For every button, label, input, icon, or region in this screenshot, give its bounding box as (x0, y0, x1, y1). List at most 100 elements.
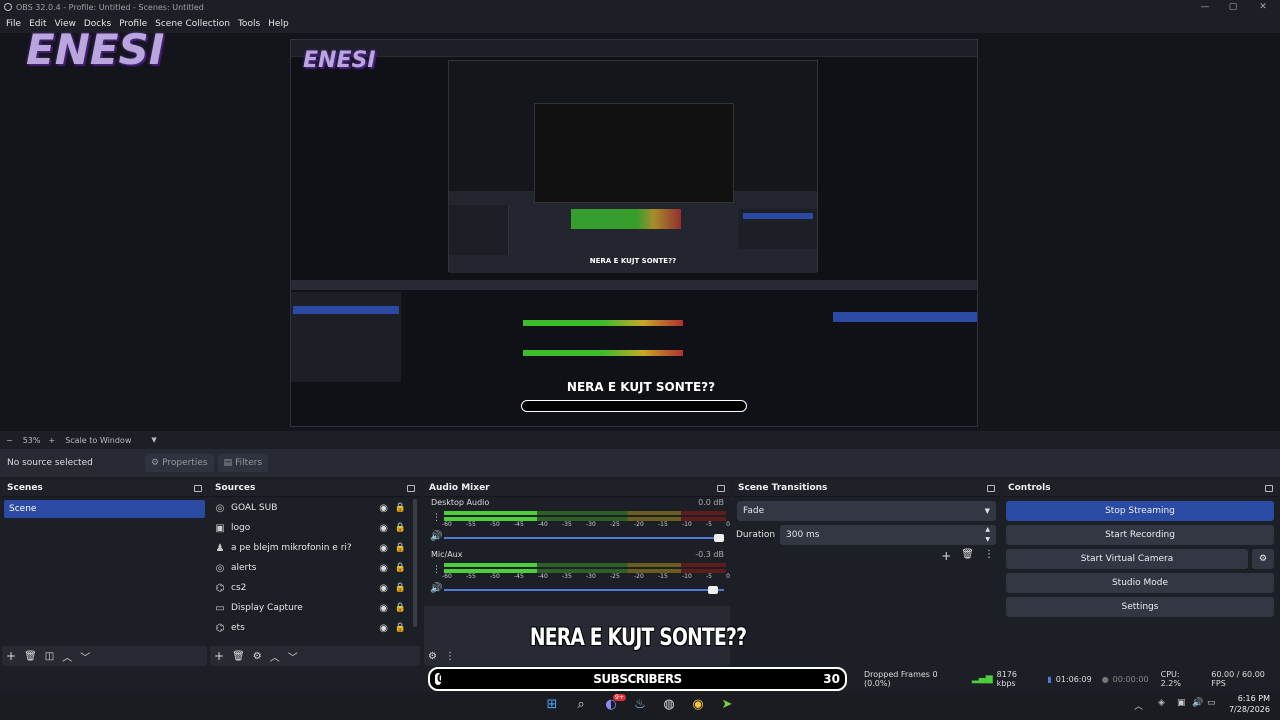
clock-date[interactable]: 7/28/2026 (1226, 705, 1270, 714)
network-icon[interactable]: ▣ (1177, 698, 1186, 708)
sources-scrollbar[interactable] (413, 499, 417, 627)
source-row[interactable]: ♟ a pe blejm mikrofonin e ri? ◉ 🔒 (210, 538, 420, 558)
popout-icon[interactable] (717, 484, 725, 492)
lock-icon[interactable]: 🔒 (395, 583, 406, 593)
source-row[interactable]: ⌬ cs2 ◉ 🔒 (210, 578, 420, 598)
eye-icon[interactable]: ◉ (379, 543, 388, 554)
source-row[interactable]: ▭ Display Capture ◉ 🔒 (210, 598, 420, 618)
tray-chevron-up-icon[interactable]: ︿ (1134, 699, 1143, 712)
game-capture-icon: ⌬ (215, 622, 225, 634)
stepper-icon[interactable]: ▲ ▼ (985, 525, 990, 545)
minimize-button[interactable]: — (1190, 0, 1220, 14)
volume-knob[interactable] (708, 586, 719, 594)
meter-tick-label: -55 (466, 573, 476, 580)
meter-tick-label: -30 (586, 573, 596, 580)
meter-tick-label: -30 (586, 521, 596, 528)
mixer-settings-icon[interactable]: ⚙ (428, 651, 437, 662)
clock-time[interactable]: 6:16 PM (1232, 694, 1270, 703)
start-virtual-camera-button[interactable]: Start Virtual Camera (1006, 549, 1248, 569)
popout-icon[interactable] (194, 484, 202, 492)
lock-icon[interactable]: 🔒 (395, 523, 406, 533)
menu-tools[interactable]: Tools (234, 19, 264, 29)
chrome-icon[interactable]: ◉ (690, 697, 706, 713)
menu-file[interactable]: File (2, 19, 25, 29)
meter-tick-label: -20 (634, 573, 644, 580)
source-row[interactable]: ◎ alerts ◉ 🔒 (210, 558, 420, 578)
speaker-icon[interactable]: 🔊 (430, 583, 442, 594)
chevron-down-icon[interactable]: ▼ (151, 436, 156, 444)
popout-icon[interactable] (1265, 484, 1273, 492)
filters-button[interactable]: ▤ Filters (217, 454, 269, 472)
volume-slider[interactable] (444, 586, 724, 594)
transition-type: Fade (743, 506, 765, 516)
meter-ticks: -60 -55 -50 -45 -40 -35 -30 -25 -20 -15 -10 -5 0 (442, 521, 730, 531)
obs-app-icon (4, 3, 12, 11)
zoom-in-button[interactable]: + (48, 436, 55, 445)
virtual-camera-settings-button[interactable]: ⚙ (1252, 549, 1274, 569)
add-icon[interactable]: + (941, 549, 951, 563)
windows-start-icon[interactable]: ⊞ (544, 697, 560, 713)
menu-dots-icon[interactable]: ⋮ (432, 513, 441, 523)
studio-mode-button[interactable]: Studio Mode (1006, 573, 1274, 593)
settings-button[interactable]: Settings (1006, 597, 1274, 617)
trash-icon[interactable]: 🗑 (232, 651, 245, 662)
volume-slider[interactable] (444, 534, 724, 542)
tray-app-icon[interactable]: ◈ (1158, 698, 1165, 708)
speaker-icon[interactable]: 🔊 (430, 531, 442, 542)
meter-tick-label: -55 (466, 521, 476, 528)
filter-icon[interactable]: ◫ (45, 651, 54, 662)
close-button[interactable]: ✕ (1248, 0, 1278, 14)
source-row[interactable]: ◎ GOAL SUB ◉ 🔒 (210, 498, 420, 518)
menu-dots-icon[interactable]: ⋮ (432, 565, 441, 575)
duration-input[interactable]: 300 ms ▲ ▼ (780, 525, 996, 545)
chevron-up-icon[interactable]: ︿ (62, 649, 72, 664)
lock-icon[interactable]: 🔒 (395, 543, 406, 553)
gear-icon[interactable]: ⚙ (253, 651, 262, 662)
menu-help[interactable]: Help (264, 19, 293, 29)
scale-mode-select[interactable]: Scale to Window (65, 436, 131, 445)
lock-icon[interactable]: 🔒 (395, 603, 406, 613)
chevron-up-icon[interactable]: ︿ (270, 649, 280, 664)
scene-item[interactable]: Scene (4, 500, 205, 518)
lock-icon[interactable]: 🔒 (395, 563, 406, 573)
game-icon[interactable]: ➤ (719, 697, 735, 713)
eye-icon[interactable]: ◉ (379, 563, 388, 574)
meter-tick-label: -35 (562, 521, 572, 528)
properties-button[interactable]: ⚙ Properties (145, 454, 214, 472)
eye-icon[interactable]: ◉ (379, 503, 388, 514)
eye-icon[interactable]: ◉ (379, 603, 388, 614)
source-row[interactable]: ⌬ ets ◉ 🔒 (210, 618, 420, 638)
transition-select[interactable]: Fade ▼ (737, 501, 996, 521)
stop-streaming-button[interactable]: Stop Streaming (1006, 501, 1274, 521)
steam-icon[interactable]: ♨ (632, 697, 648, 713)
maximize-button[interactable]: ▢ (1218, 0, 1248, 14)
add-icon[interactable]: + (214, 649, 224, 663)
trash-icon[interactable]: 🗑 (24, 651, 37, 662)
popout-icon[interactable] (407, 484, 415, 492)
duration-label: Duration (736, 530, 776, 540)
add-icon[interactable]: + (6, 649, 16, 663)
menu-dots-icon[interactable]: ⋮ (445, 651, 455, 662)
eye-icon[interactable]: ◉ (379, 583, 388, 594)
eye-icon[interactable]: ◉ (379, 523, 388, 534)
popout-icon[interactable] (987, 484, 995, 492)
scene-transitions-title: Scene Transitions (738, 483, 828, 493)
meter-tick-label: -15 (658, 521, 668, 528)
preview-canvas[interactable]: ENESI ENESI NERA E KUJT SONTE?? NERA E K… (0, 25, 1280, 431)
volume-icon[interactable]: 🔊 (1192, 698, 1203, 708)
battery-icon[interactable]: ▭ (1207, 698, 1216, 708)
obs-taskbar-icon[interactable]: ◍ (661, 697, 677, 713)
start-recording-button[interactable]: Start Recording (1006, 525, 1274, 545)
search-icon[interactable]: ⌕ (573, 697, 589, 713)
menu-dots-icon[interactable]: ⋮ (984, 549, 994, 563)
lock-icon[interactable]: 🔒 (395, 623, 406, 633)
volume-knob[interactable] (714, 534, 724, 542)
eye-icon[interactable]: ◉ (379, 623, 388, 634)
chevron-down-icon[interactable]: ﹀ (288, 649, 298, 664)
lock-icon[interactable]: 🔒 (395, 503, 406, 513)
chevron-down-icon[interactable]: ﹀ (80, 649, 90, 664)
channel-db: 0.0 dB (698, 498, 724, 507)
source-row[interactable]: ▣ logo ◉ 🔒 (210, 518, 420, 538)
zoom-out-button[interactable]: − (6, 436, 13, 445)
trash-icon[interactable]: 🗑 (961, 549, 974, 563)
